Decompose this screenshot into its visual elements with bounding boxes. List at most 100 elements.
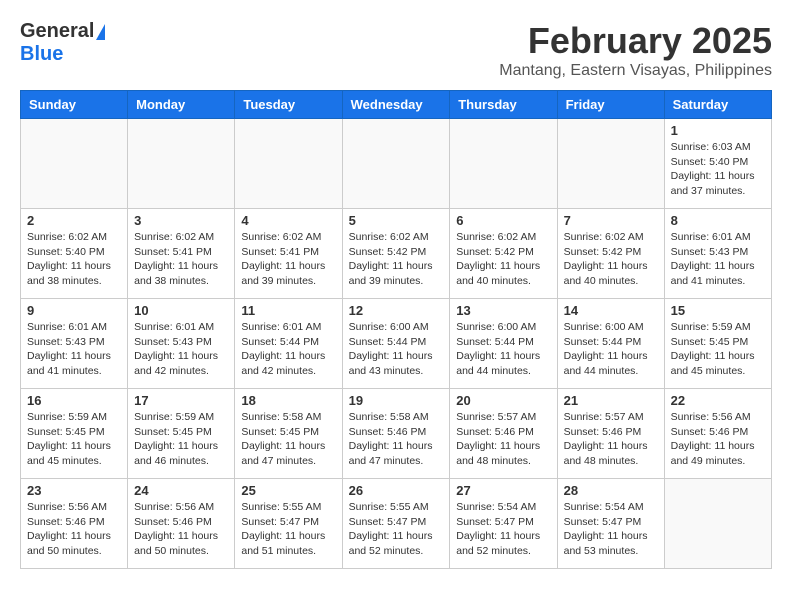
day-info: Sunrise: 6:02 AM Sunset: 5:42 PM Dayligh…	[349, 230, 444, 289]
day-number: 17	[134, 393, 228, 408]
day-number: 5	[349, 213, 444, 228]
calendar-cell: 18 Sunrise: 5:58 AM Sunset: 5:45 PM Dayli…	[235, 389, 342, 479]
day-number: 8	[671, 213, 765, 228]
week-row-1: 1 Sunrise: 6:03 AM Sunset: 5:40 PM Daylig…	[21, 119, 772, 209]
calendar-cell: 9 Sunrise: 6:01 AM Sunset: 5:43 PM Daylig…	[21, 299, 128, 389]
day-number: 12	[349, 303, 444, 318]
calendar-cell: 26Sunrise: 5:55 AM Sunset: 5:47 PM Dayli…	[342, 479, 450, 569]
day-number: 3	[134, 213, 228, 228]
week-row-3: 9 Sunrise: 6:01 AM Sunset: 5:43 PM Daylig…	[21, 299, 772, 389]
day-number: 10	[134, 303, 228, 318]
day-info: Sunrise: 6:01 AM Sunset: 5:43 PM Dayligh…	[671, 230, 765, 289]
calendar-cell: 1 Sunrise: 6:03 AM Sunset: 5:40 PM Daylig…	[664, 119, 771, 209]
day-number: 1	[671, 123, 765, 138]
calendar-cell	[128, 119, 235, 209]
calendar-cell: 6 Sunrise: 6:02 AM Sunset: 5:42 PM Daylig…	[450, 209, 557, 299]
calendar-cell: 24 Sunrise: 5:56 AM Sunset: 5:46 PM Dayli…	[128, 479, 235, 569]
day-info: Sunrise: 6:00 AM Sunset: 5:44 PM Dayligh…	[456, 320, 550, 379]
day-info: Sunrise: 5:54 AM Sunset: 5:47 PM Dayligh…	[564, 500, 658, 559]
location-subtitle: Mantang, Eastern Visayas, Philippines	[499, 62, 772, 80]
day-number: 15	[671, 303, 765, 318]
day-info: Sunrise: 5:57 AM Sunset: 5:46 PM Dayligh…	[456, 410, 550, 469]
day-number: 25	[241, 483, 335, 498]
calendar-cell: 3 Sunrise: 6:02 AM Sunset: 5:41 PM Daylig…	[128, 209, 235, 299]
calendar-cell: 19 Sunrise: 5:58 AM Sunset: 5:46 PM Dayli…	[342, 389, 450, 479]
calendar-cell: 8 Sunrise: 6:01 AM Sunset: 5:43 PM Daylig…	[664, 209, 771, 299]
day-info: Sunrise: 6:02 AM Sunset: 5:41 PM Dayligh…	[241, 230, 335, 289]
day-info: Sunrise: 6:01 AM Sunset: 5:44 PM Dayligh…	[241, 320, 335, 379]
calendar-cell: 23 Sunrise: 5:56 AM Sunset: 5:46 PM Dayli…	[21, 479, 128, 569]
day-number: 24	[134, 483, 228, 498]
calendar-cell: 28 Sunrise: 5:54 AM Sunset: 5:47 PM Dayli…	[557, 479, 664, 569]
month-title: February 2025	[499, 20, 772, 62]
day-number: 28	[564, 483, 658, 498]
day-info: Sunrise: 5:56 AM Sunset: 5:46 PM Dayligh…	[27, 500, 121, 559]
calendar-cell: 7Sunrise: 6:02 AM Sunset: 5:42 PM Daylig…	[557, 209, 664, 299]
day-info: Sunrise: 5:58 AM Sunset: 5:46 PM Dayligh…	[349, 410, 444, 469]
day-number: 13	[456, 303, 550, 318]
day-number: 9	[27, 303, 121, 318]
logo: General Blue	[20, 20, 105, 66]
day-info: Sunrise: 6:02 AM Sunset: 5:41 PM Dayligh…	[134, 230, 228, 289]
calendar-cell: 17Sunrise: 5:59 AM Sunset: 5:45 PM Dayli…	[128, 389, 235, 479]
calendar-cell: 13 Sunrise: 6:00 AM Sunset: 5:44 PM Dayli…	[450, 299, 557, 389]
day-number: 2	[27, 213, 121, 228]
calendar-cell	[21, 119, 128, 209]
calendar-cell: 15 Sunrise: 5:59 AM Sunset: 5:45 PM Dayli…	[664, 299, 771, 389]
header-wednesday: Wednesday	[342, 91, 450, 119]
day-info: Sunrise: 5:56 AM Sunset: 5:46 PM Dayligh…	[134, 500, 228, 559]
header-thursday: Thursday	[450, 91, 557, 119]
calendar-cell: 12Sunrise: 6:00 AM Sunset: 5:44 PM Dayli…	[342, 299, 450, 389]
calendar-cell: 14 Sunrise: 6:00 AM Sunset: 5:44 PM Dayli…	[557, 299, 664, 389]
day-number: 18	[241, 393, 335, 408]
calendar-cell: 21Sunrise: 5:57 AM Sunset: 5:46 PM Dayli…	[557, 389, 664, 479]
day-number: 14	[564, 303, 658, 318]
day-number: 23	[27, 483, 121, 498]
day-info: Sunrise: 6:03 AM Sunset: 5:40 PM Dayligh…	[671, 140, 765, 199]
title-area: February 2025 Mantang, Eastern Visayas, …	[499, 20, 772, 80]
day-info: Sunrise: 5:55 AM Sunset: 5:47 PM Dayligh…	[349, 500, 444, 559]
day-number: 16	[27, 393, 121, 408]
day-info: Sunrise: 6:01 AM Sunset: 5:43 PM Dayligh…	[27, 320, 121, 379]
day-number: 20	[456, 393, 550, 408]
day-number: 22	[671, 393, 765, 408]
day-info: Sunrise: 6:00 AM Sunset: 5:44 PM Dayligh…	[564, 320, 658, 379]
day-number: 4	[241, 213, 335, 228]
header-saturday: Saturday	[664, 91, 771, 119]
header-friday: Friday	[557, 91, 664, 119]
calendar-table: SundayMondayTuesdayWednesdayThursdayFrid…	[20, 90, 772, 569]
header-tuesday: Tuesday	[235, 91, 342, 119]
calendar-cell: 20 Sunrise: 5:57 AM Sunset: 5:46 PM Dayli…	[450, 389, 557, 479]
calendar-cell: 22 Sunrise: 5:56 AM Sunset: 5:46 PM Dayli…	[664, 389, 771, 479]
calendar-cell	[450, 119, 557, 209]
calendar-cell	[235, 119, 342, 209]
calendar-cell: 10 Sunrise: 6:01 AM Sunset: 5:43 PM Dayli…	[128, 299, 235, 389]
day-number: 7	[564, 213, 658, 228]
day-number: 19	[349, 393, 444, 408]
calendar-cell: 27 Sunrise: 5:54 AM Sunset: 5:47 PM Dayli…	[450, 479, 557, 569]
logo-general-text: General	[20, 20, 94, 43]
day-number: 6	[456, 213, 550, 228]
week-row-2: 2Sunrise: 6:02 AM Sunset: 5:40 PM Daylig…	[21, 209, 772, 299]
calendar-cell: 11 Sunrise: 6:01 AM Sunset: 5:44 PM Dayli…	[235, 299, 342, 389]
calendar-cell: 16Sunrise: 5:59 AM Sunset: 5:45 PM Dayli…	[21, 389, 128, 479]
day-number: 27	[456, 483, 550, 498]
day-info: Sunrise: 5:56 AM Sunset: 5:46 PM Dayligh…	[671, 410, 765, 469]
calendar-cell	[557, 119, 664, 209]
week-row-4: 16Sunrise: 5:59 AM Sunset: 5:45 PM Dayli…	[21, 389, 772, 479]
day-info: Sunrise: 5:55 AM Sunset: 5:47 PM Dayligh…	[241, 500, 335, 559]
calendar-cell: 25 Sunrise: 5:55 AM Sunset: 5:47 PM Dayli…	[235, 479, 342, 569]
calendar-cell: 5 Sunrise: 6:02 AM Sunset: 5:42 PM Daylig…	[342, 209, 450, 299]
day-number: 11	[241, 303, 335, 318]
day-info: Sunrise: 6:01 AM Sunset: 5:43 PM Dayligh…	[134, 320, 228, 379]
day-info: Sunrise: 6:02 AM Sunset: 5:42 PM Dayligh…	[456, 230, 550, 289]
day-info: Sunrise: 5:54 AM Sunset: 5:47 PM Dayligh…	[456, 500, 550, 559]
calendar-cell	[342, 119, 450, 209]
day-info: Sunrise: 5:59 AM Sunset: 5:45 PM Dayligh…	[671, 320, 765, 379]
day-info: Sunrise: 5:58 AM Sunset: 5:45 PM Dayligh…	[241, 410, 335, 469]
header-monday: Monday	[128, 91, 235, 119]
week-row-5: 23 Sunrise: 5:56 AM Sunset: 5:46 PM Dayli…	[21, 479, 772, 569]
calendar-cell	[664, 479, 771, 569]
calendar-cell: 4 Sunrise: 6:02 AM Sunset: 5:41 PM Daylig…	[235, 209, 342, 299]
header-sunday: Sunday	[21, 91, 128, 119]
